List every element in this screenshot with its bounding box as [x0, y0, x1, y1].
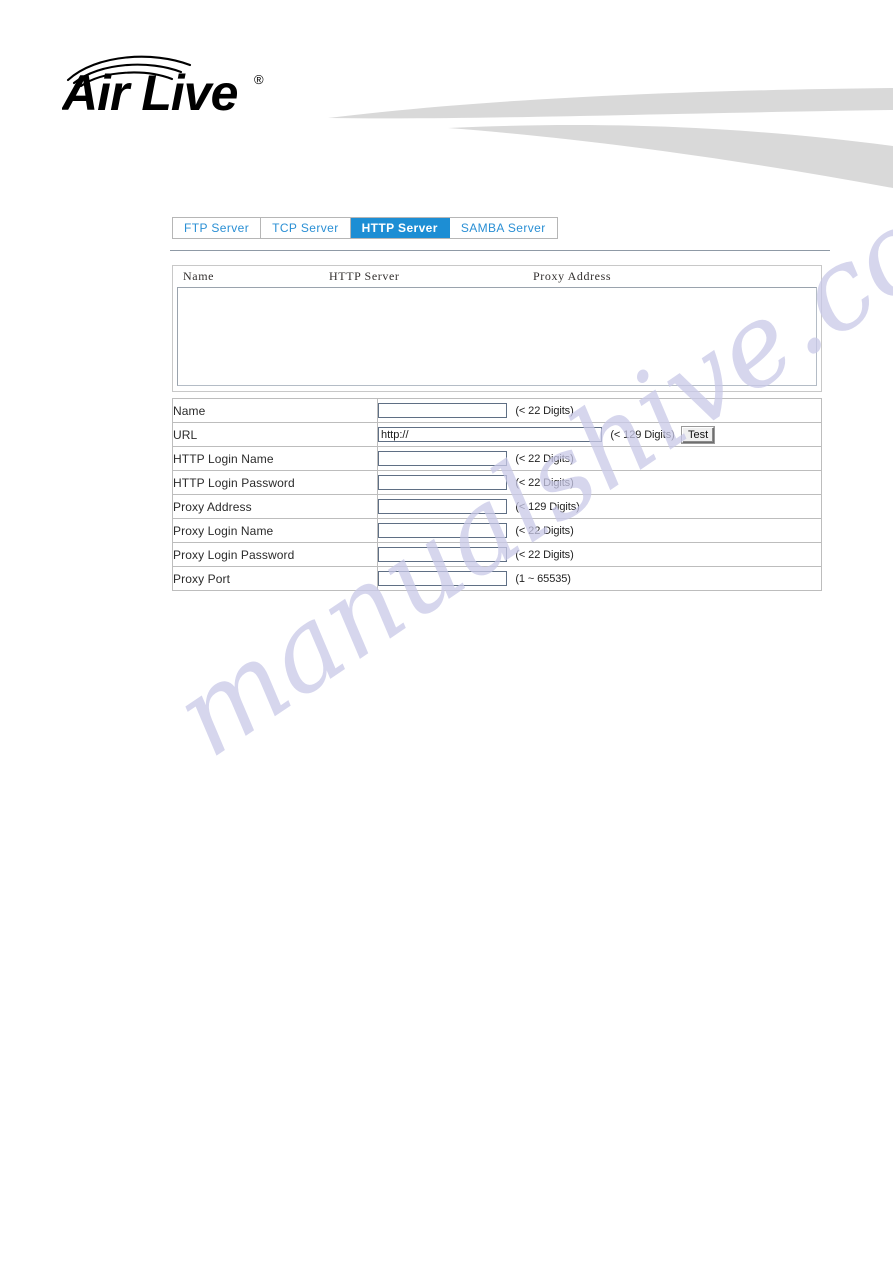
- http-login-password-input[interactable]: [378, 475, 507, 491]
- server-list-box[interactable]: [177, 287, 817, 386]
- tab-http-server[interactable]: HTTP Server: [350, 218, 450, 238]
- server-type-tabs: FTP Server TCP Server HTTP Server SAMBA …: [172, 217, 558, 239]
- form-row-proxy-login-password: Proxy Login Password (< 22 Digits): [172, 542, 822, 567]
- label-proxy-login-name: Proxy Login Name: [172, 518, 378, 543]
- label-proxy-login-password: Proxy Login Password: [172, 542, 378, 567]
- proxy-port-input[interactable]: [378, 571, 507, 587]
- hint-proxy-port: (1 ~ 65535): [515, 572, 571, 585]
- hint-proxy-address: (< 129 Digits): [515, 500, 580, 513]
- label-http-login-password: HTTP Login Password: [172, 470, 378, 495]
- form-row-proxy-login-name: Proxy Login Name (< 22 Digits): [172, 518, 822, 543]
- form-row-http-login-password: HTTP Login Password (< 22 Digits): [172, 470, 822, 495]
- column-header-http-server: HTTP Server: [329, 269, 400, 283]
- proxy-login-name-input[interactable]: [378, 523, 507, 539]
- hint-name: (< 22 Digits): [515, 404, 574, 417]
- svg-text:®: ®: [254, 72, 264, 87]
- name-input[interactable]: [378, 403, 507, 419]
- http-login-name-input[interactable]: [378, 451, 507, 467]
- form-row-http-login-name: HTTP Login Name (< 22 Digits): [172, 446, 822, 471]
- hint-url: (< 129 Digits): [610, 428, 675, 441]
- label-proxy-address: Proxy Address: [172, 494, 378, 519]
- server-list-column-headers: Name HTTP Server Proxy Address: [177, 269, 817, 286]
- form-row-url: URL (< 129 Digits) Test: [172, 422, 822, 447]
- header-swoosh-graphic: [328, 88, 893, 188]
- proxy-login-password-input[interactable]: [378, 547, 507, 563]
- hint-http-login-password: (< 22 Digits): [515, 476, 574, 489]
- http-server-settings-form: Name (< 22 Digits) URL (< 129 Digits) Te…: [172, 398, 822, 591]
- form-row-name: Name (< 22 Digits): [172, 398, 822, 423]
- proxy-address-input[interactable]: [378, 499, 507, 515]
- tab-tcp-server[interactable]: TCP Server: [261, 218, 351, 238]
- tab-samba-server[interactable]: SAMBA Server: [449, 218, 557, 238]
- server-list-panel: Name HTTP Server Proxy Address: [172, 265, 822, 392]
- hint-proxy-login-name: (< 22 Digits): [515, 524, 574, 537]
- svg-text:Air Live: Air Live: [62, 65, 238, 114]
- tab-ftp-server[interactable]: FTP Server: [173, 218, 262, 238]
- hint-http-login-name: (< 22 Digits): [515, 452, 574, 465]
- label-http-login-name: HTTP Login Name: [172, 446, 378, 471]
- url-input[interactable]: [378, 427, 602, 442]
- label-proxy-port: Proxy Port: [172, 566, 378, 591]
- page-header: Air Live ®: [0, 0, 893, 195]
- hint-proxy-login-password: (< 22 Digits): [515, 548, 574, 561]
- header-divider: [170, 250, 830, 251]
- test-button[interactable]: Test: [682, 426, 715, 443]
- airlive-logo: Air Live ®: [62, 55, 264, 114]
- label-url: URL: [172, 422, 378, 447]
- form-row-proxy-address: Proxy Address (< 129 Digits): [172, 494, 822, 519]
- form-row-proxy-port: Proxy Port (1 ~ 65535): [172, 566, 822, 591]
- column-header-proxy-address: Proxy Address: [533, 269, 612, 283]
- label-name: Name: [172, 398, 378, 423]
- column-header-name: Name: [183, 269, 215, 283]
